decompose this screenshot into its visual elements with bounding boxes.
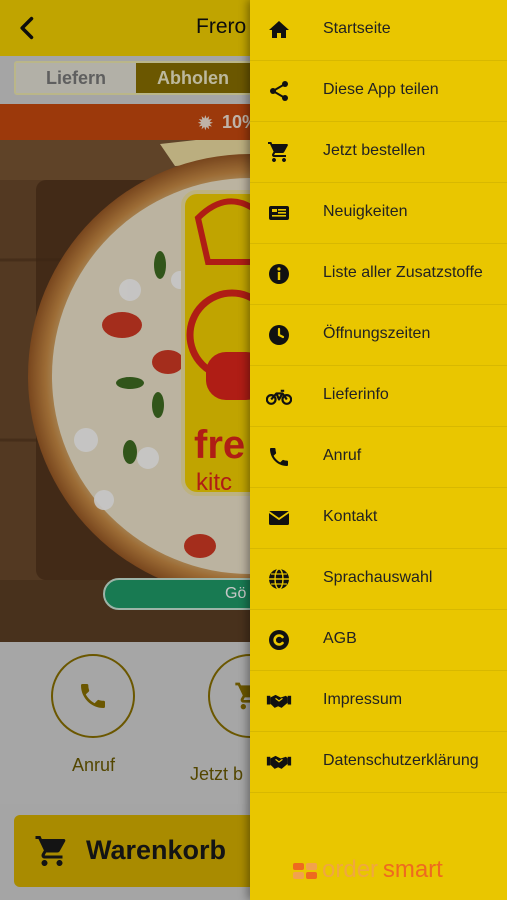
menu-item-label: Sprachauswahl [323,569,433,586]
clock-icon [269,325,289,345]
phone-icon [270,448,288,466]
menu-item-label: Startseite [323,20,391,37]
brand-logo-icon [293,862,317,879]
navigation-drawer: Startseite Diese App teilen Jetzt bestel… [250,0,507,900]
motorcycle-icon [266,389,292,405]
menu-item-label: AGB [323,630,357,647]
menu-item-label: Impressum [323,691,403,708]
brand-footer: order smart [292,856,443,884]
info-icon [269,264,289,284]
menu-item-label: Neuigkeiten [323,203,408,220]
menu-item-opening-hours[interactable]: Öffnungszeiten [250,305,507,366]
globe-icon [269,568,289,590]
menu-item-label: Lieferinfo [323,386,389,403]
menu-item-share-app[interactable]: Diese App teilen [250,61,507,122]
brand-word-order: order [322,856,379,883]
menu-item-imprint[interactable]: Impressum [250,671,507,732]
menu-item-additives[interactable]: Liste aller Zusatzstoffe [250,244,507,305]
copyright-icon [269,630,289,650]
brand-word-smart: smart [382,856,443,883]
menu-item-label: Jetzt bestellen [323,142,426,159]
handshake-icon [266,755,292,769]
menu-item-label: Datenschutzerklärung [323,752,479,769]
menu-item-contact[interactable]: Kontakt [250,488,507,549]
menu-item-call[interactable]: Anruf [250,427,507,488]
share-icon [270,81,288,101]
news-icon [269,206,289,220]
menu-item-delivery-info[interactable]: Lieferinfo [250,366,507,427]
menu-item-startseite[interactable]: Startseite [250,0,507,61]
home-icon [269,21,289,38]
menu-item-label: Kontakt [323,508,378,525]
menu-item-label: Liste aller Zusatzstoffe [323,264,483,281]
menu-item-news[interactable]: Neuigkeiten [250,183,507,244]
menu-item-language[interactable]: Sprachauswahl [250,549,507,610]
cart-icon [268,142,288,162]
menu-item-order-now[interactable]: Jetzt bestellen [250,122,507,183]
envelope-icon [268,511,290,525]
menu-item-privacy[interactable]: Datenschutzerklärung [250,732,507,793]
menu-item-label: Öffnungszeiten [323,325,431,342]
menu-item-label: Diese App teilen [323,81,439,98]
handshake-icon [266,694,292,708]
drawer-menu: Startseite Diese App teilen Jetzt bestel… [250,0,507,793]
menu-item-agb[interactable]: AGB [250,610,507,671]
menu-item-label: Anruf [323,447,362,464]
